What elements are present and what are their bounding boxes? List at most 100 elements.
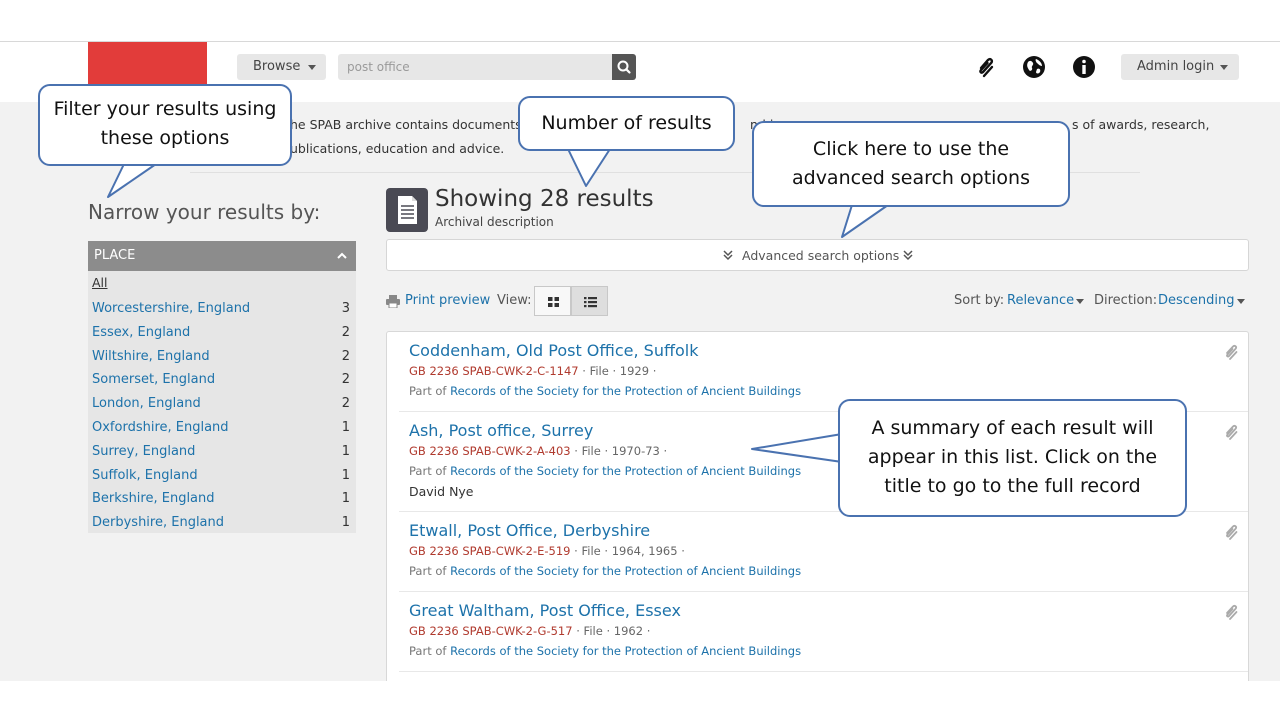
result-title-link[interactable]: Ash, Post office, Surrey [409, 421, 593, 440]
admin-login-button[interactable]: Admin login [1121, 54, 1239, 80]
facet-item-count: 2 [341, 372, 350, 388]
advanced-search-toggle[interactable]: Advanced search options [386, 239, 1249, 271]
list-icon [584, 297, 597, 308]
facet-item-label[interactable]: Suffolk, England [92, 464, 198, 488]
result-collection-link[interactable]: Records of the Society for the Protectio… [450, 644, 801, 658]
facet-item[interactable]: Surrey, England 1 [88, 440, 356, 464]
sort-label: Sort by: [954, 293, 1005, 308]
facet-item-label[interactable]: Surrey, England [92, 440, 195, 464]
facet-item-count: 1 [341, 467, 350, 483]
callout-advanced: Click here to use the advanced search op… [752, 121, 1070, 207]
result-collection-link[interactable]: Records of the Society for the Protectio… [450, 564, 801, 578]
facet-item[interactable]: Wiltshire, England 2 [88, 345, 356, 369]
facet-item-label[interactable]: Somerset, England [92, 368, 215, 392]
result-part-of-label: Part of [409, 384, 447, 398]
paperclip-icon[interactable] [1222, 422, 1240, 442]
result-part-of: Part of Records of the Society for the P… [409, 384, 801, 398]
facet-item-count: 2 [341, 348, 350, 364]
result-reference: GB 2236 SPAB-CWK-2-E-519 · File · 1964, … [409, 544, 685, 558]
double-chevron-down-icon [723, 250, 733, 261]
advanced-search-label: Advanced search options [742, 248, 900, 263]
facet-item[interactable]: London, England 2 [88, 392, 356, 416]
result-title-link[interactable]: Great Waltham, Post Office, Essex [409, 601, 681, 620]
result-reference: GB 2236 SPAB-CWK-2-A-403 · File · 1970-7… [409, 444, 668, 458]
facet-item[interactable]: Berkshire, England 1 [88, 487, 356, 511]
facet-item-label[interactable]: Worcestershire, England [92, 297, 250, 321]
quick-links-button[interactable] [1071, 54, 1097, 80]
facet-item-label[interactable]: Derbyshire, England [92, 511, 224, 535]
result-collection-link[interactable]: Records of the Society for the Protectio… [450, 464, 801, 478]
results-toolbar: Print preview View: Sort by: Relevance D… [386, 286, 1249, 318]
paperclip-icon[interactable] [1222, 602, 1240, 622]
chevron-down-icon [1237, 299, 1245, 304]
result-part-of: Part of Records of the Society for the P… [409, 564, 801, 578]
facet-item-count: 1 [341, 419, 350, 435]
results-count-heading: Showing 28 results [435, 186, 654, 212]
result-ref-code: GB 2236 SPAB-CWK-2-E-519 [409, 544, 571, 558]
facet-item-count: 3 [341, 301, 350, 316]
result-title-link[interactable]: Coddenham, Old Post Office, Suffolk [409, 341, 699, 360]
paperclip-icon [979, 57, 994, 78]
clipboard-button[interactable] [972, 54, 998, 80]
result-ref-code: GB 2236 SPAB-CWK-2-G-517 [409, 624, 573, 638]
facet-item-label[interactable]: Berkshire, England [92, 487, 215, 511]
result-title-link[interactable]: Etwall, Post Office, Derbyshire [409, 521, 650, 540]
card-view-button[interactable] [534, 286, 571, 316]
place-facet: PLACE All Worcestershire, England 3 Essex… [88, 241, 356, 533]
facet-item[interactable]: Derbyshire, England 1 [88, 511, 356, 535]
result-part-of-label: Part of [409, 644, 447, 658]
result-part-of-label: Part of [409, 564, 447, 578]
callout-summary-text: A summary of each result will appear in … [867, 417, 1158, 497]
facet-item[interactable]: Essex, England 2 [88, 321, 356, 345]
search-button[interactable] [612, 54, 636, 80]
callout-filter-text: Filter your results using these options [53, 98, 277, 149]
result-date: 1929 [619, 364, 650, 378]
direction-label: Direction: [1094, 293, 1158, 308]
search-input[interactable]: post office [338, 54, 612, 80]
facet-item-count: 1 [341, 443, 350, 459]
place-facet-header[interactable]: PLACE [88, 241, 356, 271]
paperclip-icon[interactable] [1222, 342, 1240, 362]
intro-text: ublications, education and advice. [290, 141, 505, 156]
result-level: File [581, 544, 601, 558]
sort-dropdown[interactable]: Relevance [1007, 293, 1074, 308]
results-entity-type: Archival description [435, 215, 554, 229]
admin-login-label: Admin login [1137, 59, 1215, 74]
callout-number: Number of results [518, 96, 735, 151]
result-creator: David Nye [409, 484, 474, 499]
facet-item-label[interactable]: Essex, England [92, 321, 190, 345]
facet-item-count: 1 [341, 491, 350, 507]
language-button[interactable] [1021, 54, 1047, 80]
chevron-down-icon [1220, 65, 1228, 70]
browse-button[interactable]: Browse [237, 54, 326, 80]
facet-item-label[interactable]: Oxfordshire, England [92, 416, 229, 440]
facet-list: Worcestershire, England 3 Essex, England 2… [88, 297, 356, 535]
result-level: File [583, 624, 603, 638]
facet-item-count: 1 [341, 515, 350, 531]
place-facet-title: PLACE [94, 248, 136, 263]
facet-all-link[interactable]: All [92, 275, 108, 290]
search-icon [617, 60, 631, 74]
result-reference: GB 2236 SPAB-CWK-2-C-1147 · File · 1929 … [409, 364, 657, 378]
result-date: 1970-73 [611, 444, 660, 458]
result-collection-link[interactable]: Records of the Society for the Protectio… [450, 384, 801, 398]
print-preview-link[interactable]: Print preview [405, 293, 490, 308]
archival-description-icon [386, 188, 428, 232]
facet-item[interactable]: Oxfordshire, England 1 [88, 416, 356, 440]
callout-summary: A summary of each result will appear in … [838, 399, 1187, 517]
result-level: File [589, 364, 609, 378]
direction-dropdown[interactable]: Descending [1158, 293, 1235, 308]
facet-item-label[interactable]: London, England [92, 392, 201, 416]
result-level: File [581, 444, 601, 458]
intro-text: s of awards, research, [1072, 117, 1210, 132]
paperclip-icon[interactable] [1222, 522, 1240, 542]
facet-item[interactable]: Suffolk, England 1 [88, 464, 356, 488]
facet-item[interactable]: Somerset, England 2 [88, 368, 356, 392]
facet-item-label[interactable]: Wiltshire, England [92, 345, 210, 369]
table-view-button[interactable] [571, 286, 608, 316]
chevron-up-icon [337, 252, 347, 259]
facet-item[interactable]: Worcestershire, England 3 [88, 297, 356, 321]
print-icon [386, 295, 400, 308]
chevron-down-icon [1076, 299, 1084, 304]
result-item: Etwall, Post Office, Derbyshire GB 2236 … [399, 512, 1248, 592]
